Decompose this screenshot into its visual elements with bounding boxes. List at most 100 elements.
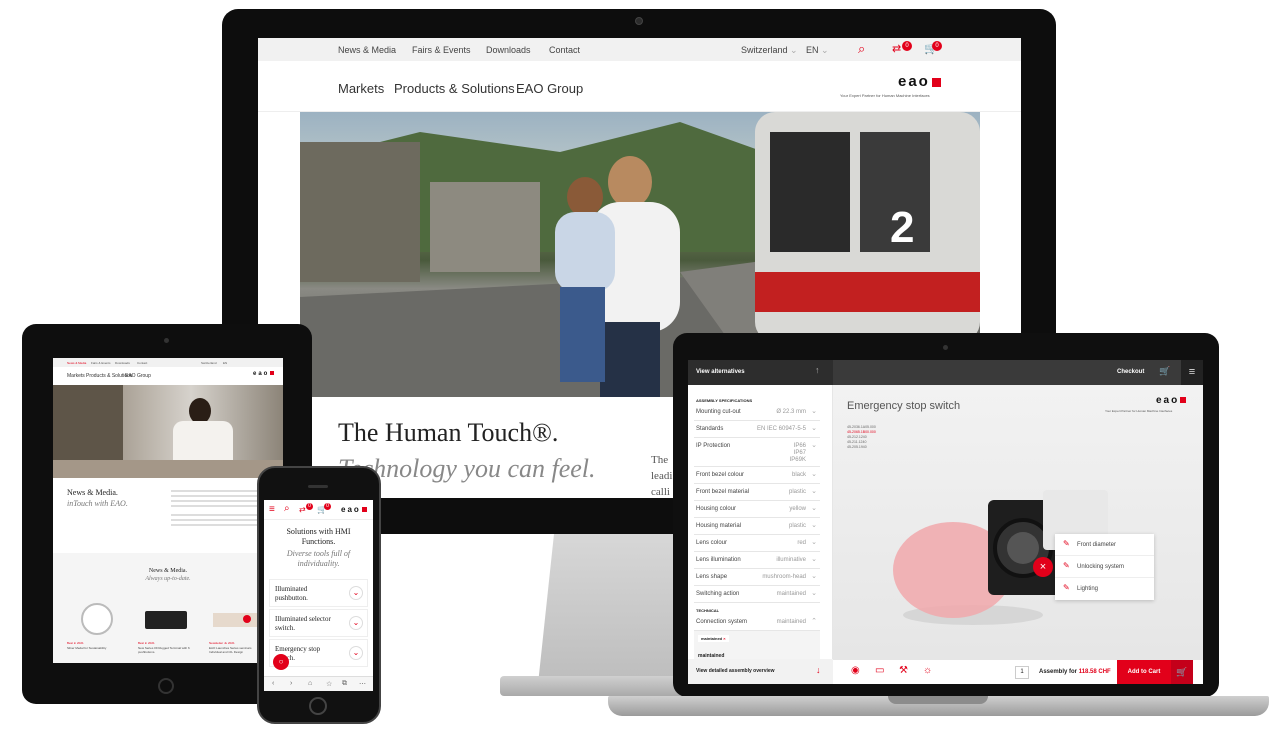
spec-row[interactable]: Housing colour yellow ⌄: [694, 501, 820, 518]
nav-fairs-events[interactable]: Fairs & Events: [91, 361, 111, 365]
card-text[interactable]: New Series 09 Rugged Terminal with 6 pus…: [138, 646, 193, 654]
nav-fairs-events[interactable]: Fairs & Events: [412, 45, 471, 55]
cart-icon[interactable]: 🛒: [1171, 660, 1193, 684]
spec-value: maintained: [776, 591, 806, 597]
logo-square: [361, 507, 367, 513]
chevron-down-icon: ⌄: [811, 425, 817, 432]
nav-markets[interactable]: Markets: [67, 373, 85, 379]
spec-row[interactable]: Mounting cut-out Ø 22.3 mm ⌄: [694, 404, 820, 421]
accordion-item[interactable]: Illuminated selector switch. ⌄: [269, 609, 368, 637]
popup-option[interactable]: ✎ Front diameter: [1055, 534, 1154, 556]
nav-downloads[interactable]: Downloads: [115, 361, 130, 365]
card-text[interactable]: EAO Launches Series seminars Individual …: [209, 646, 264, 654]
tabs-icon[interactable]: ⧉: [342, 680, 347, 688]
search-icon[interactable]: ⌕: [284, 503, 290, 514]
nav-eao-group[interactable]: EAO Group: [516, 81, 583, 96]
chevron-down-icon[interactable]: ⌄: [349, 616, 363, 630]
child-shirt: [555, 212, 615, 292]
back-icon[interactable]: ‹: [272, 680, 274, 687]
add-to-cart-button[interactable]: Add to Cart: [1117, 660, 1171, 684]
spec-label: Housing material: [696, 523, 742, 529]
compare-count-badge: 0: [306, 503, 313, 510]
popup-option[interactable]: ✎ Unlocking system: [1055, 556, 1154, 578]
accordion-item[interactable]: Illuminated pushbutton. ⌄: [269, 579, 368, 607]
language-select[interactable]: EN: [223, 361, 227, 365]
product-title: Emergency stop switch: [847, 400, 961, 412]
nav-markets[interactable]: Markets: [338, 81, 384, 96]
spec-row[interactable]: Standards EN IEC 60947-5-5 ⌄: [694, 421, 820, 438]
nav-products-solutions[interactable]: Products & Solutions: [394, 81, 515, 96]
card-text[interactable]: Silver Medal for Sustainability: [67, 646, 122, 650]
nav-news-media[interactable]: News & Media: [338, 45, 396, 55]
logo-tagline: Your Expert Partner for Human Machine In…: [1105, 409, 1173, 413]
compare-icon[interactable]: ⇄: [892, 42, 901, 55]
eao-logo[interactable]: eao: [341, 505, 367, 514]
chevron-down-icon: ⌄: [811, 471, 817, 478]
close-icon[interactable]: ×: [723, 636, 725, 641]
selected-chip[interactable]: maintained ×: [698, 635, 729, 642]
spec-value: maintained: [776, 619, 806, 625]
spec-row[interactable]: Switching action maintained ⌄: [694, 586, 820, 603]
light-bulb-icon[interactable]: ☼: [923, 665, 932, 676]
more-icon[interactable]: ⋯: [359, 680, 366, 688]
country-select[interactable]: Switzerland: [201, 361, 217, 365]
country-select[interactable]: Switzerland ⌄: [741, 45, 798, 56]
view-alternatives-bar[interactable]: View alternatives ↑: [688, 360, 833, 385]
body-line: leadi: [651, 470, 673, 482]
quantity-input[interactable]: 1: [1015, 666, 1029, 679]
headline-text: The Human Touch: [338, 418, 533, 447]
home-icon[interactable]: ⌂: [308, 680, 312, 687]
card-tag: Newsletter Ju 2021: [209, 641, 235, 645]
ipad-home-button[interactable]: [158, 678, 174, 694]
spec-row[interactable]: Lens illumination illuminative ⌄: [694, 552, 820, 569]
menu-icon[interactable]: ≡: [269, 504, 275, 515]
eao-logo[interactable]: eao: [898, 73, 941, 90]
view-alternatives-label: View alternatives: [696, 369, 745, 375]
spec-value: plastic: [788, 523, 806, 529]
chip-label: maintained: [701, 636, 723, 641]
spec-row[interactable]: Connection system maintained ⌃: [694, 614, 820, 631]
chevron-down-icon[interactable]: ⌄: [349, 646, 363, 660]
popup-option[interactable]: ✎ Lighting: [1055, 578, 1154, 600]
arrow-down-icon[interactable]: ↓: [816, 665, 821, 675]
chevron-down-icon: ⌄: [811, 522, 817, 529]
spec-label: IP Protection: [696, 443, 731, 449]
child-jeans: [560, 287, 605, 382]
forward-icon[interactable]: ›: [290, 680, 292, 687]
spec-row[interactable]: Lens colour red ⌄: [694, 535, 820, 552]
nav-contact[interactable]: Contact: [549, 45, 580, 55]
chat-fab-icon[interactable]: ○: [273, 654, 289, 670]
eao-logo[interactable]: eao: [1156, 395, 1187, 406]
spec-row[interactable]: Housing material plastic ⌄: [694, 518, 820, 535]
iphone-screen: ≡ ⌕ ⇄ 0 🛒 0 eao Solutions with HMI Funct…: [264, 500, 373, 691]
search-icon[interactable]: ⌕: [858, 41, 865, 57]
bookmark-icon[interactable]: ☆: [326, 680, 332, 688]
spec-row[interactable]: Front bezel colour black ⌄: [694, 467, 820, 484]
chevron-down-icon: ⌄: [821, 45, 829, 55]
ruler-icon[interactable]: ▭: [875, 665, 884, 676]
nav-news-media[interactable]: News & Media: [67, 361, 86, 365]
checkout-link[interactable]: Checkout: [1117, 369, 1144, 375]
eao-logo[interactable]: eao: [253, 371, 275, 377]
cart-icon[interactable]: 🛒: [1159, 366, 1170, 377]
iphone-home-button[interactable]: [309, 697, 327, 715]
nav-contact[interactable]: Contact: [137, 361, 147, 365]
chevron-down-icon[interactable]: ⌄: [349, 586, 363, 600]
wrench-icon[interactable]: ⚒: [899, 665, 908, 676]
arrow-up-icon[interactable]: ↑: [815, 365, 820, 375]
compare-icon[interactable]: ⇄: [299, 505, 306, 514]
spec-value: black: [791, 472, 806, 478]
detailed-overview-bar[interactable]: View detailed assembly overview ↓: [688, 659, 833, 684]
eye-icon[interactable]: ◉: [851, 665, 860, 676]
spec-value: IP67: [793, 450, 806, 456]
nav-eao-group[interactable]: EAO Group: [125, 373, 151, 379]
card-tag: Best in 2021: [138, 641, 155, 645]
nav-downloads[interactable]: Downloads: [486, 45, 531, 55]
menu-icon[interactable]: ≡: [1181, 360, 1203, 385]
spec-row[interactable]: Front bezel material plastic ⌄: [694, 484, 820, 501]
close-icon[interactable]: ×: [1033, 557, 1053, 577]
spec-row[interactable]: Lens shape mushroom-head ⌄: [694, 569, 820, 586]
language-select[interactable]: EN ⌄: [806, 45, 829, 56]
ipad-screen: News & Media Fairs & Events Downloads Co…: [53, 358, 283, 663]
spec-row[interactable]: IP Protection IP66 IP67 IP69K ⌄: [694, 438, 820, 467]
